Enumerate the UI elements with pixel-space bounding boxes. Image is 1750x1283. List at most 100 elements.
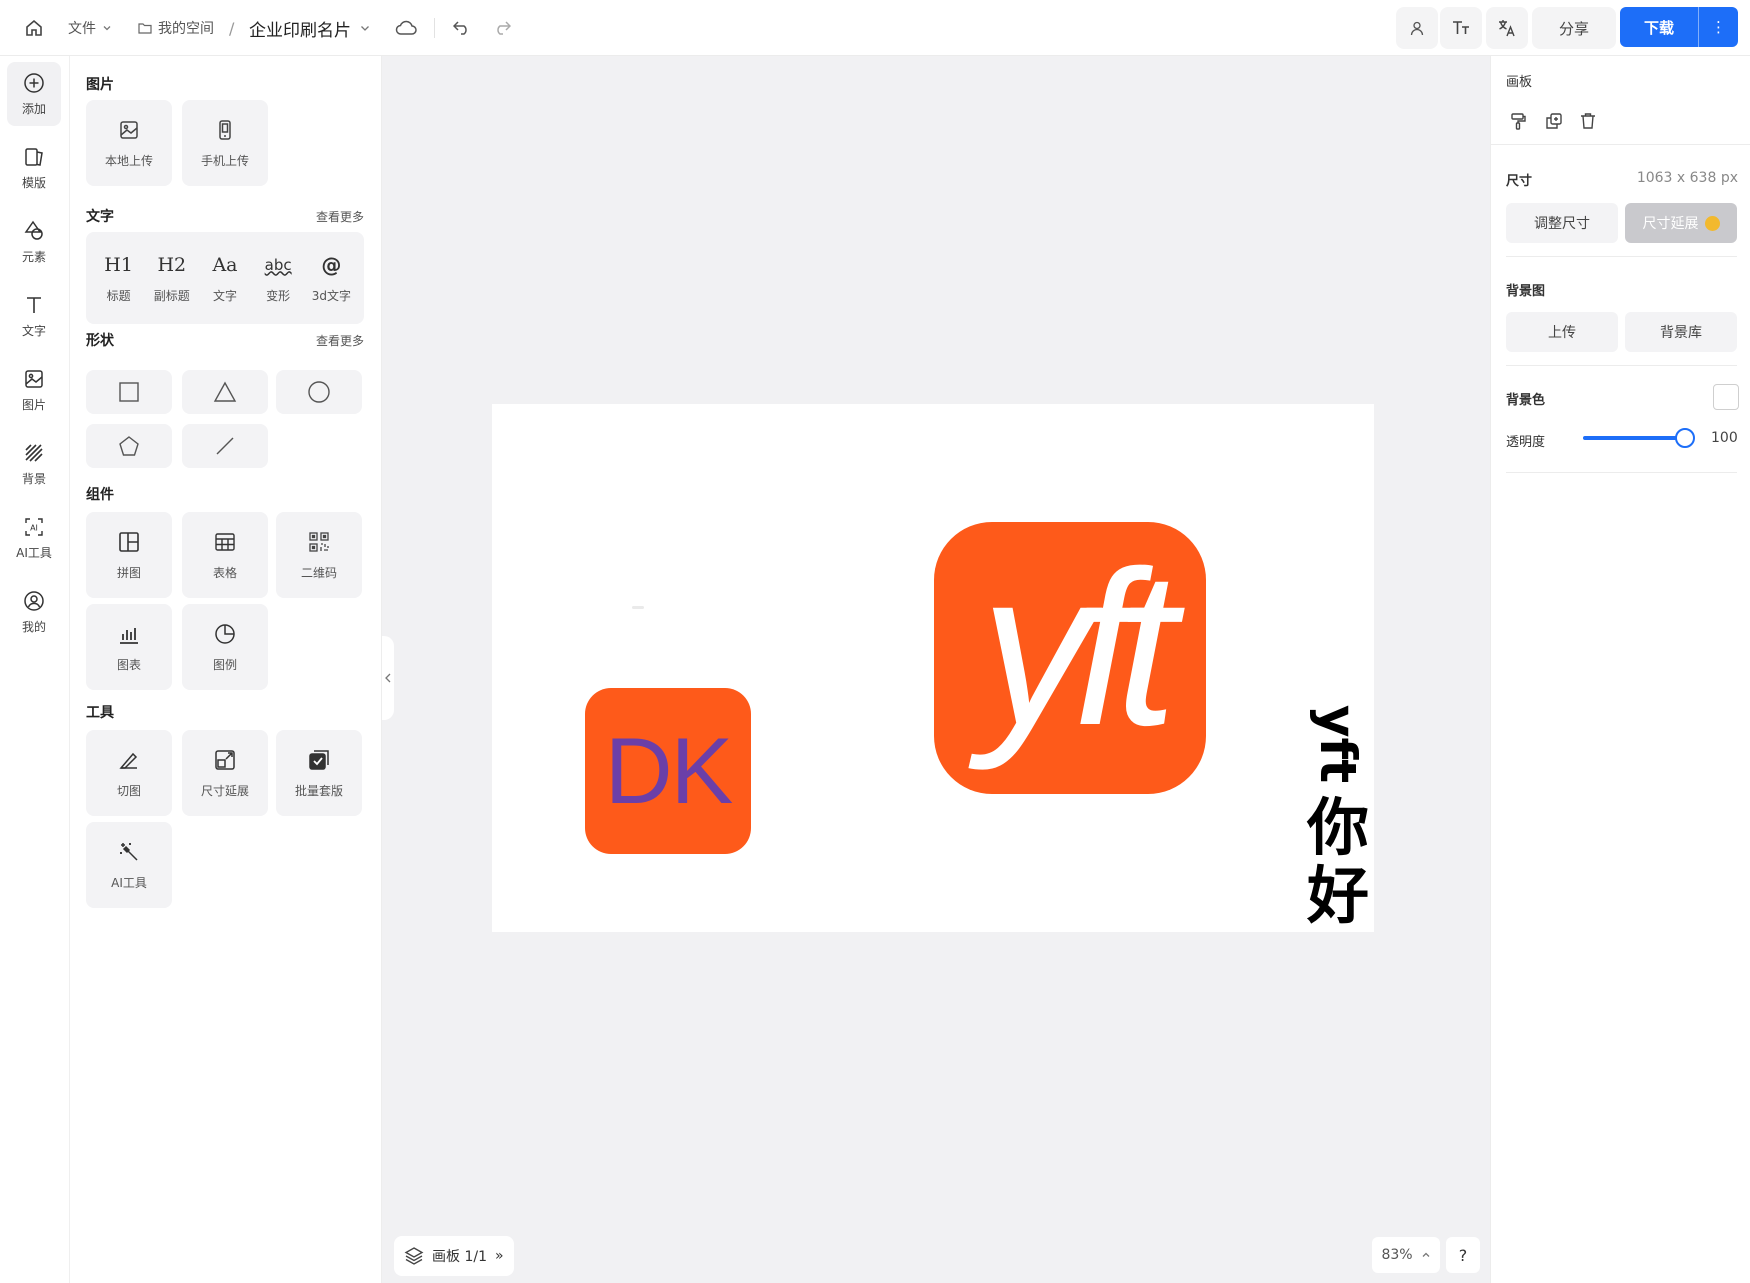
download-label: 下载 (1643, 18, 1674, 37)
document-title[interactable]: 企业印刷名片 (249, 14, 371, 42)
shapes-icon (24, 220, 43, 240)
help-button[interactable]: ? (1446, 1237, 1480, 1273)
zoom-control[interactable]: 83% (1372, 1237, 1440, 1273)
background-color-swatch[interactable] (1713, 384, 1739, 410)
images-section-header: 图片 (86, 74, 364, 94)
text-option-label: 文字 (212, 288, 237, 303)
text-option-subheading[interactable]: H2 副标题 (147, 253, 197, 304)
duplicate-button[interactable] (1543, 110, 1565, 132)
left-nav-rail: 添加 模版 元素 文字 图片 背景 AI AI工具 我的 (0, 56, 70, 1283)
translate-icon (1499, 20, 1515, 37)
resize-tool-button[interactable]: 尺寸延展 (182, 730, 268, 816)
background-library-button[interactable]: 背景库 (1625, 312, 1737, 352)
shape-pentagon-button[interactable] (86, 424, 172, 468)
plus-circle-icon (24, 72, 44, 93)
rail-item-add[interactable]: 添加 (7, 62, 61, 126)
user-icon (1410, 21, 1424, 36)
rail-item-background[interactable]: 背景 (7, 432, 61, 496)
opacity-slider[interactable] (1583, 428, 1695, 448)
undo-button[interactable] (448, 14, 476, 42)
layers-button[interactable]: 画板 1/1 » (394, 1236, 514, 1276)
tools-section-header: 工具 (86, 702, 364, 722)
mobile-upload-button[interactable]: 手机上传 (182, 100, 268, 186)
pattern-icon (25, 443, 43, 462)
chart-button[interactable]: 图表 (86, 604, 172, 690)
section-title: 文字 (86, 209, 114, 225)
pentagon-icon (119, 436, 139, 456)
shape-rectangle-button[interactable] (86, 370, 172, 414)
translate-button[interactable] (1486, 7, 1528, 49)
vertical-text-rotated: yft (1309, 704, 1367, 784)
bar-chart-icon (120, 627, 138, 644)
text-option-label: 变形 (266, 288, 291, 303)
components-section-header: 组件 (86, 484, 364, 504)
file-menu[interactable]: 文件 (68, 16, 112, 40)
text-option-3d[interactable]: @ 3d文字 (306, 253, 356, 304)
table-button[interactable]: 表格 (182, 512, 268, 598)
paint-roller-icon (1511, 113, 1526, 130)
divider (1506, 256, 1737, 257)
legend-button[interactable]: 图例 (182, 604, 268, 690)
yft-logo[interactable]: yft (934, 522, 1206, 794)
local-upload-button[interactable]: 本地上传 (86, 100, 172, 186)
redo-icon (497, 21, 511, 35)
image-icon (120, 120, 138, 139)
text-option-heading[interactable]: H1 标题 (94, 253, 144, 304)
shape-line-button[interactable] (182, 424, 268, 468)
share-button[interactable]: 分享 (1532, 7, 1616, 49)
tile-label: 切图 (116, 783, 141, 798)
extend-size-button[interactable]: 尺寸延展 (1625, 203, 1737, 243)
tile-label: 批量套版 (294, 783, 343, 798)
rail-item-text[interactable]: 文字 (7, 284, 61, 348)
magic-wand-icon (120, 842, 138, 861)
shapes-see-more-link[interactable]: 查看更多 (316, 332, 364, 349)
rail-item-ai-tools[interactable]: AI AI工具 (7, 506, 61, 570)
document-title-text: 企业印刷名片 (249, 20, 351, 41)
vertical-text[interactable]: yft 你 好 (1304, 694, 1372, 930)
layers-icon (404, 1247, 424, 1265)
artboard-title: 画板 (1506, 75, 1533, 90)
rail-item-templates[interactable]: 模版 (7, 136, 61, 200)
format-painter-button[interactable] (1507, 110, 1529, 132)
cloud-sync-button[interactable] (392, 14, 420, 42)
download-button[interactable]: 下载 ⋮ (1620, 7, 1738, 47)
rail-item-mine[interactable]: 我的 (7, 580, 61, 644)
text-option-warp[interactable]: abc 变形 (253, 253, 303, 304)
divider (1506, 472, 1737, 473)
home-button[interactable] (20, 14, 48, 42)
collapse-panel-button[interactable] (382, 636, 394, 720)
3d-text-glyph: @ (321, 252, 342, 277)
breadcrumb[interactable]: 我的空间 (138, 16, 214, 40)
resize-button[interactable]: 调整尺寸 (1506, 203, 1618, 243)
dk-logo[interactable]: DK (585, 688, 751, 854)
rail-label: 我的 (21, 619, 46, 634)
chevron-down-icon (103, 26, 111, 31)
text-option-body[interactable]: Aa 文字 (200, 253, 250, 304)
rail-item-elements[interactable]: 元素 (7, 210, 61, 274)
batch-template-button[interactable]: 批量套版 (276, 730, 362, 816)
rail-item-images[interactable]: 图片 (7, 358, 61, 422)
triangle-icon (213, 381, 237, 402)
upload-background-button[interactable]: 上传 (1506, 312, 1618, 352)
canvas-workspace[interactable]: DK yft yft 你 好 画板 1/1 » 83% ? (382, 56, 1490, 1283)
delete-button[interactable] (1577, 110, 1599, 132)
download-more-button[interactable]: ⋮ (1699, 7, 1738, 47)
heading-glyph: H1 (104, 253, 133, 276)
redo-button[interactable] (488, 14, 516, 42)
slider-thumb[interactable] (1675, 428, 1695, 448)
divider (1506, 365, 1737, 366)
collage-button[interactable]: 拼图 (86, 512, 172, 598)
shape-circle-button[interactable] (276, 370, 362, 414)
background-image-label: 背景图 (1506, 284, 1546, 299)
collaborator-button[interactable] (1396, 7, 1438, 49)
shape-triangle-button[interactable] (182, 370, 268, 414)
text-see-more-link[interactable]: 查看更多 (316, 208, 364, 225)
crop-tool-button[interactable]: 切图 (86, 730, 172, 816)
ai-tool-button[interactable]: AI工具 (86, 822, 172, 908)
size-value: 1063 x 638 px (1636, 170, 1738, 186)
text-section-header: 文字 查看更多 (86, 206, 364, 226)
subheading-glyph: H2 (157, 253, 187, 276)
font-button[interactable] (1440, 7, 1482, 49)
artboard[interactable]: DK yft yft 你 好 (492, 404, 1374, 932)
qrcode-button[interactable]: 二维码 (276, 512, 362, 598)
